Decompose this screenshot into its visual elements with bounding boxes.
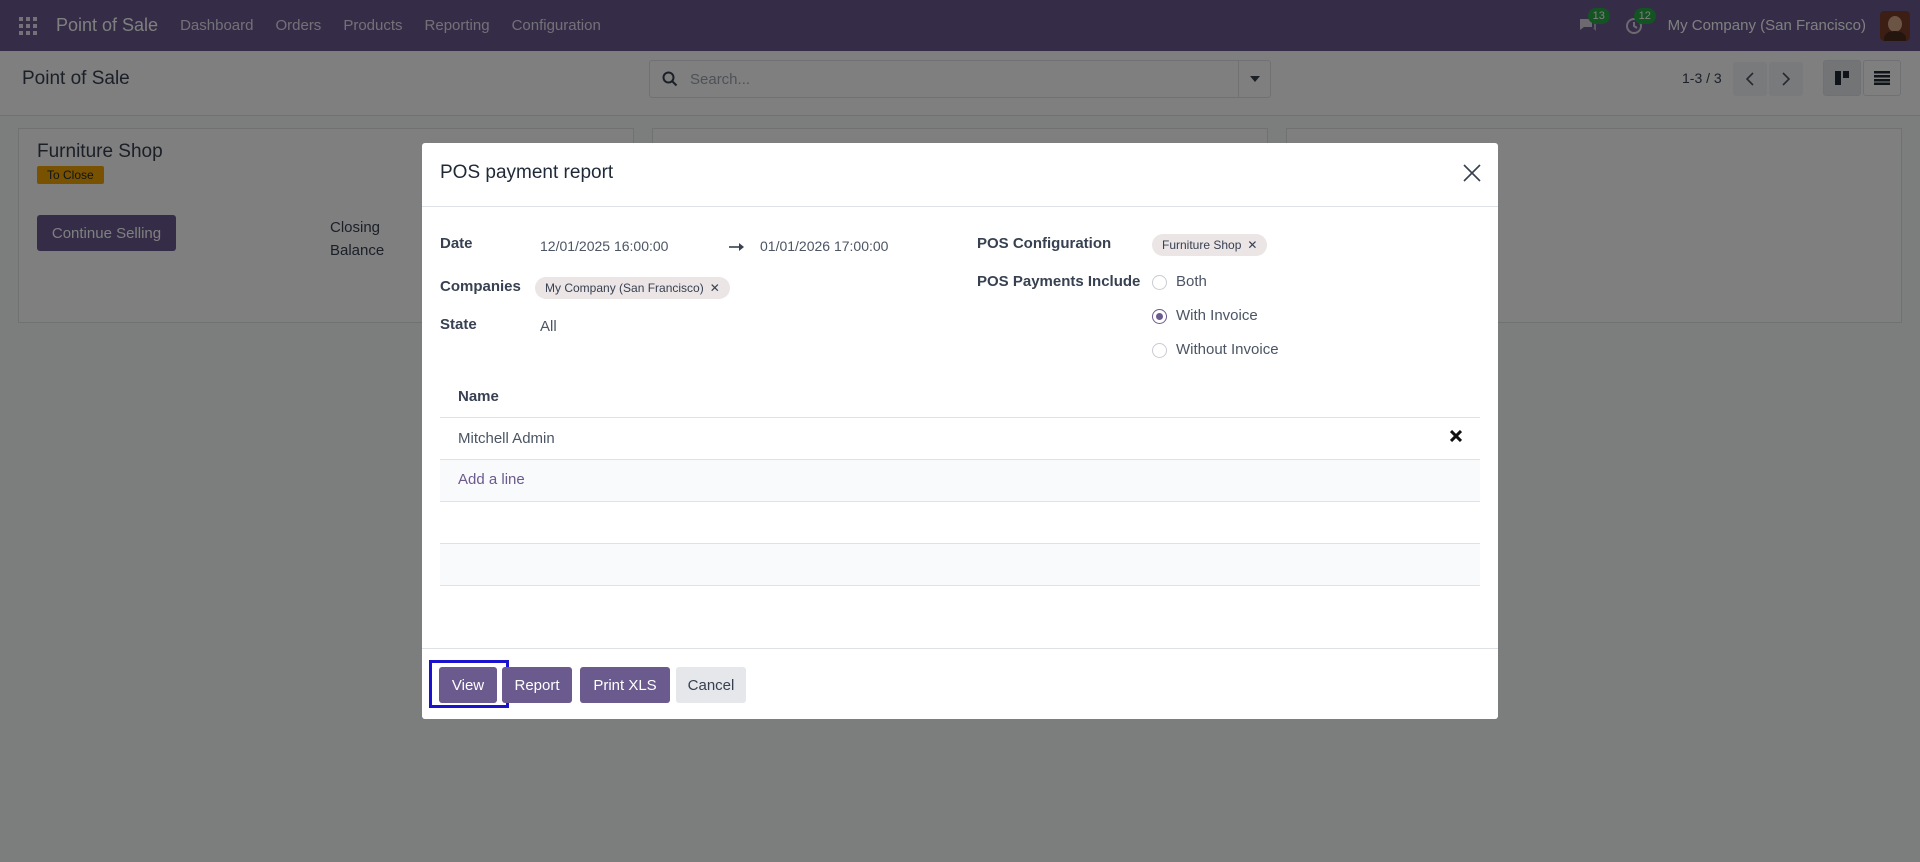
add-line-link[interactable]: Add a line: [458, 471, 525, 488]
table-row[interactable]: Mitchell Admin: [440, 418, 1480, 460]
view-button[interactable]: View: [439, 667, 497, 703]
name-column-header[interactable]: Name: [458, 388, 499, 405]
print-xls-button[interactable]: Print XLS: [580, 667, 670, 703]
modal-footer: View Report Print XLS Cancel: [422, 648, 1498, 719]
radio-without-invoice[interactable]: [1152, 343, 1167, 358]
company-tag: My Company (San Francisco) ✕: [535, 277, 730, 299]
close-icon[interactable]: [1462, 163, 1482, 183]
modal-header: POS payment report: [422, 143, 1498, 207]
radio-with-invoice[interactable]: [1152, 309, 1167, 324]
add-line-row[interactable]: Add a line: [440, 460, 1480, 502]
users-table: Name Mitchell Admin Add a line: [440, 376, 1480, 586]
modal-title: POS payment report: [440, 162, 614, 183]
company-tag-label: My Company (San Francisco): [545, 281, 704, 295]
pos-payment-report-dialog: POS payment report Date 12/01/2025 16:00…: [422, 143, 1498, 719]
date-from-field[interactable]: 12/01/2025 16:00:00: [540, 238, 668, 254]
remove-tag-icon[interactable]: ✕: [710, 281, 720, 295]
pos-config-tag-label: Furniture Shop: [1162, 238, 1242, 252]
companies-label: Companies: [440, 278, 521, 295]
table-cell-name[interactable]: Mitchell Admin: [458, 430, 555, 447]
date-label: Date: [440, 235, 473, 252]
delete-row-icon[interactable]: [1450, 430, 1462, 442]
radio-both-label[interactable]: Both: [1176, 273, 1207, 290]
report-button[interactable]: Report: [502, 667, 572, 703]
pos-configuration-label: POS Configuration: [977, 235, 1112, 252]
pos-config-tag: Furniture Shop ✕: [1152, 234, 1268, 256]
payments-include-label: POS Payments Include: [977, 273, 1141, 290]
table-header: Name: [440, 376, 1480, 418]
arrow-right-icon: [729, 243, 744, 251]
radio-both[interactable]: [1152, 275, 1167, 290]
cancel-button[interactable]: Cancel: [676, 667, 746, 703]
state-field[interactable]: All: [540, 318, 557, 335]
radio-with-invoice-label[interactable]: With Invoice: [1176, 307, 1258, 324]
empty-row: [440, 544, 1480, 586]
remove-tag-icon[interactable]: ✕: [1247, 238, 1257, 252]
empty-row: [440, 502, 1480, 544]
radio-without-invoice-label[interactable]: Without Invoice: [1176, 341, 1279, 358]
date-to-field[interactable]: 01/01/2026 17:00:00: [760, 238, 888, 254]
state-label: State: [440, 316, 477, 333]
